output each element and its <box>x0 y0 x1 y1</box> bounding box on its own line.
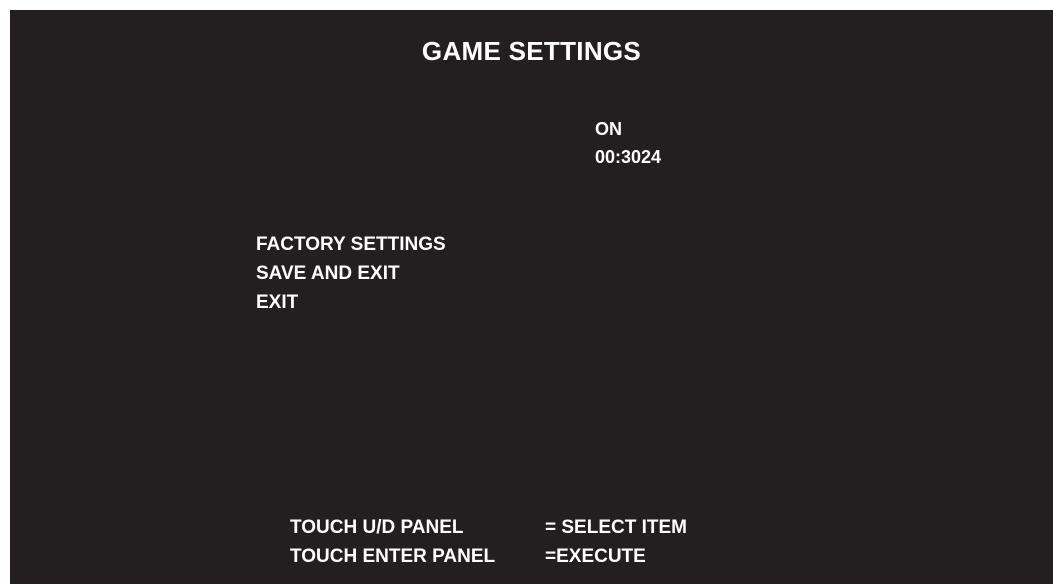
factory-settings-item[interactable]: FACTORY SETTINGS <box>256 234 446 256</box>
setting-value-2: 00:3024 <box>595 147 662 167</box>
page-title: GAME SETTINGS <box>421 36 642 66</box>
settings-screen: GAME SETTINGS ON 00:3024 FACTORY SETTING… <box>10 10 1053 584</box>
save-and-exit-item[interactable]: SAVE AND EXIT <box>256 263 400 285</box>
setting-value-1: ON <box>595 119 622 139</box>
instruction-action-execute: =EXECUTE <box>545 546 646 567</box>
instruction-action-select: = SELECT ITEM <box>545 517 687 538</box>
instruction-control-select: TOUCH U/D PANEL <box>290 517 464 538</box>
instruction-control-execute: TOUCH ENTER PANEL <box>290 546 496 567</box>
exit-item[interactable]: EXIT <box>256 292 298 314</box>
